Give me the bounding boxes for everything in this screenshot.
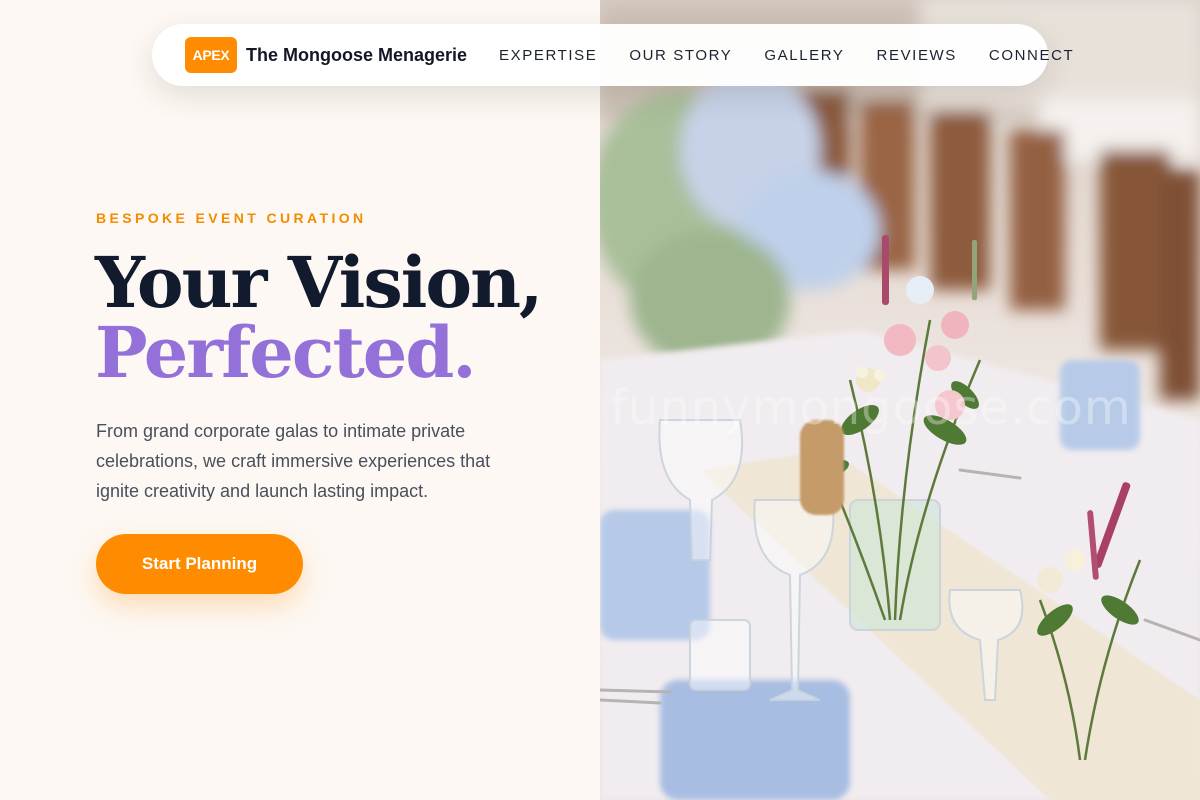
brand-name: The Mongoose Menagerie	[246, 44, 468, 65]
nav-link-reviews[interactable]: REVIEWS	[877, 47, 957, 64]
start-planning-button[interactable]: Start Planning	[96, 534, 303, 594]
nav-links: EXPERTISE OUR STORY GALLERY REVIEWS CONN…	[499, 47, 1074, 64]
headline-line-2: Perfected.	[95, 311, 477, 394]
hero-headline: Your Vision, Perfected.	[95, 241, 543, 394]
headline-line-1: Your Vision,	[95, 241, 543, 324]
hero-eyebrow: BESPOKE EVENT CURATION	[96, 210, 367, 226]
logo-badge: APEX	[185, 37, 237, 73]
hero-subtext: From grand corporate galas to intimate p…	[96, 421, 491, 501]
nav-link-gallery[interactable]: GALLERY	[764, 47, 844, 64]
top-navigation: APEX The Mongoose Menagerie EXPERTISE OU…	[152, 24, 1073, 86]
nav-link-our-story[interactable]: OUR STORY	[629, 47, 732, 64]
hero-photo: funnymongoose.com	[600, 0, 1200, 800]
nav-link-expertise[interactable]: EXPERTISE	[499, 47, 597, 64]
table-setting-illustration	[600, 0, 1200, 800]
brand[interactable]: APEX The Mongoose Menagerie	[185, 37, 467, 73]
nav-link-connect[interactable]: CONNECT	[989, 47, 1074, 64]
